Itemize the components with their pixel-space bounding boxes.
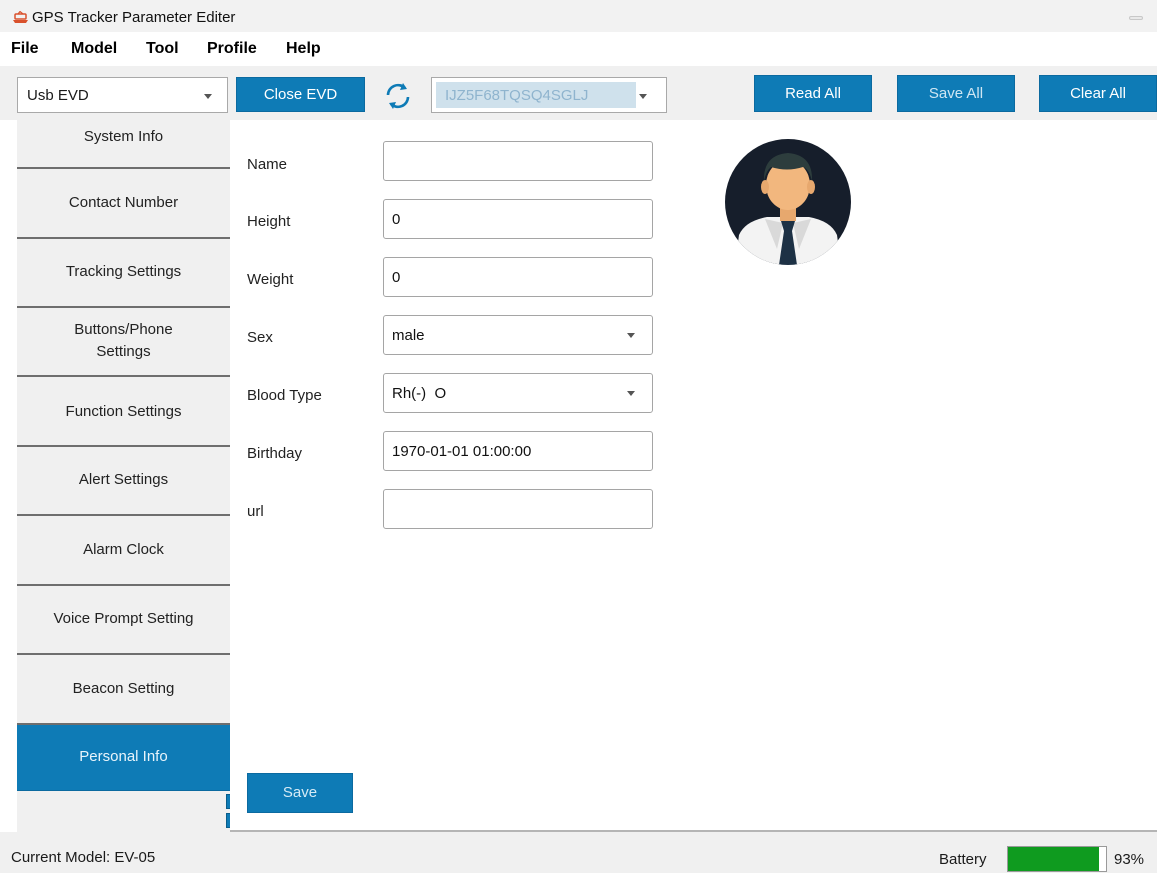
read-all-label: Read All bbox=[785, 85, 841, 102]
battery-label: Battery bbox=[939, 851, 987, 868]
height-field[interactable]: 0 bbox=[383, 199, 653, 239]
sidebar-item-voice-prompt-setting[interactable]: Voice Prompt Setting bbox=[17, 586, 230, 655]
sidebar-item-label: Voice Prompt Setting bbox=[53, 610, 194, 627]
status-bar: Current Model: EV-05 Battery 93% bbox=[0, 832, 1157, 873]
chevron-down-icon bbox=[204, 94, 212, 99]
birthday-value: 1970-01-01 01:00:00 bbox=[392, 443, 532, 460]
weight-field[interactable]: 0 bbox=[383, 257, 653, 297]
refresh-icon[interactable] bbox=[383, 81, 413, 111]
chevron-down-icon bbox=[627, 391, 635, 396]
close-evd-label: Close EVD bbox=[263, 86, 338, 103]
height-value: 0 bbox=[392, 211, 401, 228]
sidebar-item-tracking-settings[interactable]: Tracking Settings bbox=[17, 239, 230, 308]
sidebar-item-label: Alert Settings bbox=[78, 471, 169, 488]
blood-type-label: Blood Type bbox=[247, 387, 322, 404]
menu-model[interactable]: Model bbox=[71, 40, 117, 58]
sidebar-item-label: Tracking Settings bbox=[65, 263, 182, 280]
sidebar-item-system-info[interactable]: System Info bbox=[17, 120, 230, 169]
menu-profile[interactable]: Profile bbox=[207, 40, 257, 58]
sidebar-item-label: Contact Number bbox=[68, 194, 179, 211]
chevron-down-icon bbox=[627, 333, 635, 338]
sidebar-item-function-settings[interactable]: Function Settings bbox=[17, 377, 230, 447]
url-field[interactable] bbox=[383, 489, 653, 529]
sidebar: System Info Contact Number Tracking Sett… bbox=[17, 120, 244, 832]
current-model-text: Current Model: EV-05 bbox=[11, 849, 156, 866]
device-id-select[interactable]: IJZ5F68TQSQ4SGLJ bbox=[431, 77, 667, 113]
toolbar: Usb EVD Close EVD IJZ5F68TQSQ4SGLJ Read … bbox=[0, 66, 1157, 120]
sidebar-item-personal-info[interactable]: Personal Info bbox=[17, 725, 230, 791]
left-margin bbox=[0, 120, 17, 832]
sex-value: male bbox=[392, 327, 425, 344]
app-logo-icon bbox=[13, 11, 28, 23]
sex-label: Sex bbox=[247, 329, 273, 346]
device-id-value: IJZ5F68TQSQ4SGLJ bbox=[445, 87, 589, 104]
blood-type-select[interactable]: Rh(-) O bbox=[383, 373, 653, 413]
name-label: Name bbox=[247, 156, 288, 173]
close-evd-button[interactable]: Close EVD bbox=[236, 77, 365, 112]
battery-percent: 93% bbox=[1114, 851, 1145, 868]
user-avatar-icon[interactable] bbox=[725, 139, 851, 265]
sidebar-item-label: Buttons/Phone Settings bbox=[74, 321, 173, 360]
sidebar-item-alarm-clock[interactable]: Alarm Clock bbox=[17, 516, 230, 586]
menu-bar: File Model Tool Profile Help bbox=[0, 32, 1157, 66]
save-all-button[interactable]: Save All bbox=[897, 75, 1015, 112]
sidebar-item-label: Personal Info bbox=[79, 748, 168, 765]
window-title: GPS Tracker Parameter Editer bbox=[32, 9, 236, 26]
sidebar-item-buttons-phone-settings[interactable]: Buttons/Phone Settings bbox=[17, 308, 230, 377]
clear-all-button[interactable]: Clear All bbox=[1039, 75, 1157, 112]
connection-select-value: Usb EVD bbox=[27, 87, 89, 104]
height-label: Height bbox=[247, 213, 291, 230]
battery-fill bbox=[1008, 847, 1100, 871]
birthday-label: Birthday bbox=[247, 445, 303, 462]
url-label: url bbox=[247, 503, 264, 520]
sidebar-item-label: System Info bbox=[83, 128, 164, 145]
chevron-down-icon bbox=[639, 94, 647, 99]
save-button-label: Save bbox=[282, 784, 318, 801]
battery-bar bbox=[1007, 846, 1107, 872]
sex-select[interactable]: male bbox=[383, 315, 653, 355]
title-bar: GPS Tracker Parameter Editer bbox=[0, 0, 1157, 32]
sidebar-item-beacon-setting[interactable]: Beacon Setting bbox=[17, 655, 230, 725]
sidebar-item-label: Beacon Setting bbox=[72, 680, 175, 697]
menu-help[interactable]: Help bbox=[286, 40, 321, 58]
menu-tool[interactable]: Tool bbox=[146, 40, 179, 58]
name-field[interactable] bbox=[383, 141, 653, 181]
birthday-field[interactable]: 1970-01-01 01:00:00 bbox=[383, 431, 653, 471]
menu-file[interactable]: File bbox=[11, 40, 39, 58]
read-all-button[interactable]: Read All bbox=[754, 75, 872, 112]
sidebar-item-label: Function Settings bbox=[65, 403, 182, 420]
sidebar-item-contact-number[interactable]: Contact Number bbox=[17, 169, 230, 239]
weight-value: 0 bbox=[392, 269, 401, 286]
blood-type-value: Rh(-) O bbox=[392, 385, 447, 402]
clear-all-label: Clear All bbox=[1070, 85, 1126, 102]
save-all-label: Save All bbox=[928, 85, 984, 102]
minimize-button[interactable] bbox=[1129, 16, 1143, 20]
sidebar-item-label: Alarm Clock bbox=[83, 541, 164, 558]
connection-select[interactable]: Usb EVD bbox=[17, 77, 228, 113]
sidebar-item-alert-settings[interactable]: Alert Settings bbox=[17, 447, 230, 516]
weight-label: Weight bbox=[247, 271, 294, 288]
save-button[interactable]: Save bbox=[247, 773, 353, 813]
personal-info-panel: Name Height 0 Weight 0 Sex male Blood Ty… bbox=[230, 120, 1157, 832]
